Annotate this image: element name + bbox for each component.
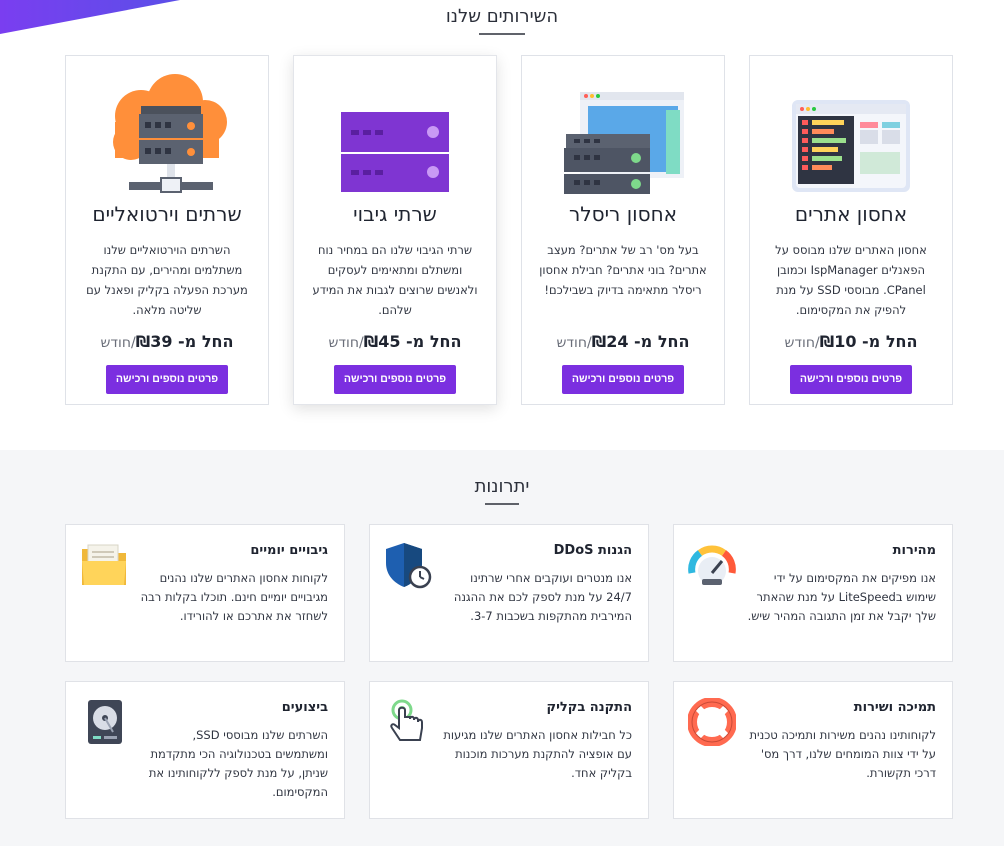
speedometer-icon (688, 541, 736, 589)
services-section: השירותים שלנו אחסון אתרים אחסון האתרים ש… (0, 0, 1004, 450)
price-period: /חודש (100, 335, 136, 351)
service-card-reseller: אחסון ריסלר בעל מס' רב של אתרים? מעצב את… (521, 55, 725, 405)
advantage-description: כל חבילות אחסון האתרים שלנו מגיעות עם או… (443, 728, 632, 780)
price-amount: החל מ- ₪45 (363, 332, 462, 351)
advantage-card-one-click-install: התקנה בקליק כל חבילות אחסון האתרים שלנו … (369, 681, 649, 819)
advantage-description: השרתים שלנו מבוססי SSD, ומשתמשים בטכנולו… (148, 728, 328, 799)
price-amount: החל מ- ₪24 (591, 332, 690, 351)
price-period: /חודש (556, 335, 592, 351)
service-card-price: החל מ- ₪24/חודש (522, 332, 724, 351)
services-title: השירותים שלנו (445, 6, 559, 27)
service-card-title: אחסון ריסלר (568, 202, 678, 226)
advantages-section: יתרונות מהירות אנו מפיקים את המקסימום על… (0, 450, 1004, 846)
service-card-description: השרתים הוירטואליים שלנו משתלמים ומהירים,… (86, 243, 248, 317)
service-card-backup-servers: שרתי גיבוי שרתי הגיבוי שלנו הם במחיר נוח… (293, 55, 497, 405)
service-card-title: שרתים וירטואליים (92, 202, 242, 226)
advantage-card-performance: ביצועים השרתים שלנו מבוססי SSD, ומשתמשים… (65, 681, 345, 819)
advantage-title: ביצועים (281, 700, 328, 715)
advantage-card-support: תמיכה ושירות לקוחותינו נהנים משירות ותמי… (673, 681, 953, 819)
click-hand-icon (384, 698, 432, 746)
web-hosting-dashboard-icon (750, 56, 952, 196)
advantage-card-speed: מהירות אנו מפיקים את המקסימום על ידי שימ… (673, 524, 953, 662)
more-details-buy-button[interactable]: פרטים נוספים ורכישה (789, 365, 913, 394)
advantage-description: לקוחותינו נהנים משירות ותמיכה טכנית על י… (749, 728, 936, 780)
advantages-title: יתרונות (474, 476, 530, 497)
advantages-title-underline (485, 503, 519, 505)
advantage-card-ddos: הגנות DDoS אנו מנטרים ועוקבים אחרי שרתינ… (369, 524, 649, 662)
service-card-description: שרתי הגיבוי שלנו הם במחיר נוח ומשתלם ומת… (312, 243, 478, 317)
more-details-buy-button[interactable]: פרטים נוספים ורכישה (105, 365, 229, 394)
reseller-server-icon (522, 56, 724, 196)
advantage-title: התקנה בקליק (546, 700, 633, 715)
lifebuoy-icon (687, 697, 737, 747)
service-card-web-hosting: אחסון אתרים אחסון האתרים שלנו מבוסס על ה… (749, 55, 953, 405)
folder-icon (80, 541, 128, 589)
advantage-description: לקוחות אחסון האתרים שלנו נהנים מגיבויים … (140, 571, 328, 623)
more-details-buy-button[interactable]: פרטים נוספים ורכישה (333, 365, 457, 394)
service-card-title: אחסון אתרים (794, 202, 908, 226)
service-card-virtual-servers: שרתים וירטואליים השרתים הוירטואליים שלנו… (65, 55, 269, 405)
service-card-description: בעל מס' רב של אתרים? מעצב אתרים? בוני את… (539, 243, 707, 297)
price-period: /חודש (784, 335, 820, 351)
advantage-title: תמיכה ושירות (853, 700, 936, 715)
advantage-description: אנו מנטרים ועוקבים אחרי שרתינו 24/7 על מ… (453, 571, 632, 623)
hard-drive-icon (80, 698, 128, 746)
advantage-title: הגנות DDoS (553, 543, 632, 558)
price-amount: החל מ- ₪39 (135, 332, 234, 351)
service-card-description: אחסון האתרים שלנו מבוסס על הפאנלים IspMa… (775, 243, 927, 317)
advantage-description: אנו מפיקים את המקסימום על ידי שימוש בLit… (747, 571, 936, 623)
cloud-server-icon (66, 56, 268, 196)
service-card-title: שרתי גיבוי (353, 202, 437, 226)
price-amount: החל מ- ₪10 (819, 332, 918, 351)
advantage-title: מהירות (892, 543, 936, 558)
shield-clock-icon (384, 541, 432, 589)
service-card-price: החל מ- ₪10/חודש (750, 332, 952, 351)
service-card-price: החל מ- ₪39/חודש (66, 332, 268, 351)
advantage-card-daily-backups: גיבויים יומיים לקוחות אחסון האתרים שלנו … (65, 524, 345, 662)
price-period: /חודש (328, 335, 364, 351)
backup-server-icon (294, 56, 496, 196)
service-card-price: החל מ- ₪45/חודש (294, 332, 496, 351)
advantage-title: גיבויים יומיים (250, 543, 328, 558)
services-title-underline (479, 33, 525, 35)
more-details-buy-button[interactable]: פרטים נוספים ורכישה (561, 365, 685, 394)
